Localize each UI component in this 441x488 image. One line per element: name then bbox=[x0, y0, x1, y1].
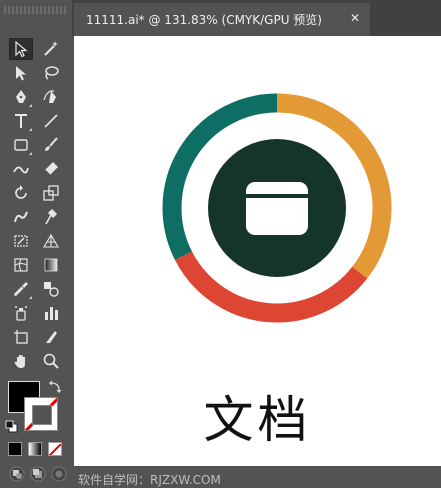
artboard-tool-icon[interactable] bbox=[9, 326, 33, 348]
hand-tool-icon[interactable] bbox=[9, 350, 33, 372]
selection-tool-icon[interactable] bbox=[9, 38, 33, 60]
lasso-tool-icon[interactable] bbox=[39, 62, 63, 84]
magic-wand-tool-icon[interactable] bbox=[39, 38, 63, 60]
line-segment-tool-icon[interactable] bbox=[39, 110, 63, 132]
puppet-warp-tool-icon[interactable] bbox=[39, 206, 63, 228]
artboard-canvas[interactable]: 文档 bbox=[74, 36, 441, 466]
gradient-tool-icon[interactable] bbox=[39, 254, 63, 276]
color-mode-button[interactable] bbox=[8, 442, 22, 456]
watermark-text: 软件自学网：RJZXW.COM bbox=[78, 473, 221, 487]
default-fill-stroke-icon[interactable] bbox=[5, 420, 19, 434]
eyedropper-tool-icon[interactable] bbox=[9, 278, 33, 300]
tools-panel bbox=[0, 0, 72, 488]
document-tab-bar: 11111.ai* @ 131.83% (CMYK/GPU 预览) ✕ bbox=[72, 0, 441, 36]
type-tool-icon[interactable] bbox=[9, 110, 33, 132]
close-icon[interactable]: ✕ bbox=[348, 11, 362, 25]
shaper-tool-icon[interactable] bbox=[9, 158, 33, 180]
card-window-icon bbox=[246, 182, 308, 235]
paintbrush-tool-icon[interactable] bbox=[39, 134, 63, 156]
scale-tool-icon[interactable] bbox=[39, 182, 63, 204]
document-label: 文档 bbox=[203, 391, 312, 449]
blend-tool-icon[interactable] bbox=[39, 278, 63, 300]
rectangle-tool-icon[interactable] bbox=[9, 134, 33, 156]
rotate-tool-icon[interactable] bbox=[9, 182, 33, 204]
stroke-color-swatch[interactable] bbox=[24, 397, 58, 431]
direct-selection-tool-icon[interactable] bbox=[9, 62, 33, 84]
eraser-tool-icon[interactable] bbox=[39, 158, 63, 180]
none-mode-button[interactable] bbox=[48, 442, 62, 456]
warp-tool-icon[interactable] bbox=[9, 206, 33, 228]
panel-grip[interactable] bbox=[4, 6, 68, 14]
gradient-mode-button[interactable] bbox=[28, 442, 42, 456]
draw-behind-icon[interactable] bbox=[29, 465, 47, 483]
perspective-grid-tool-icon[interactable] bbox=[39, 230, 63, 252]
zoom-tool-icon[interactable] bbox=[39, 350, 63, 372]
free-transform-tool-icon[interactable] bbox=[9, 230, 33, 252]
symbol-sprayer-tool-icon[interactable] bbox=[9, 302, 33, 324]
pen-tool-icon[interactable] bbox=[9, 86, 33, 108]
draw-normal-icon[interactable] bbox=[8, 465, 26, 483]
curvature-tool-icon[interactable] bbox=[39, 86, 63, 108]
draw-inside-icon[interactable] bbox=[50, 465, 68, 483]
column-graph-tool-icon[interactable] bbox=[39, 302, 63, 324]
swap-fill-stroke-icon[interactable] bbox=[48, 380, 62, 394]
document-tab-title: 11111.ai* @ 131.83% (CMYK/GPU 预览) bbox=[86, 13, 322, 27]
document-tab[interactable]: 11111.ai* @ 131.83% (CMYK/GPU 预览) ✕ bbox=[74, 3, 370, 36]
slice-tool-icon[interactable] bbox=[39, 326, 63, 348]
mesh-tool-icon[interactable] bbox=[9, 254, 33, 276]
